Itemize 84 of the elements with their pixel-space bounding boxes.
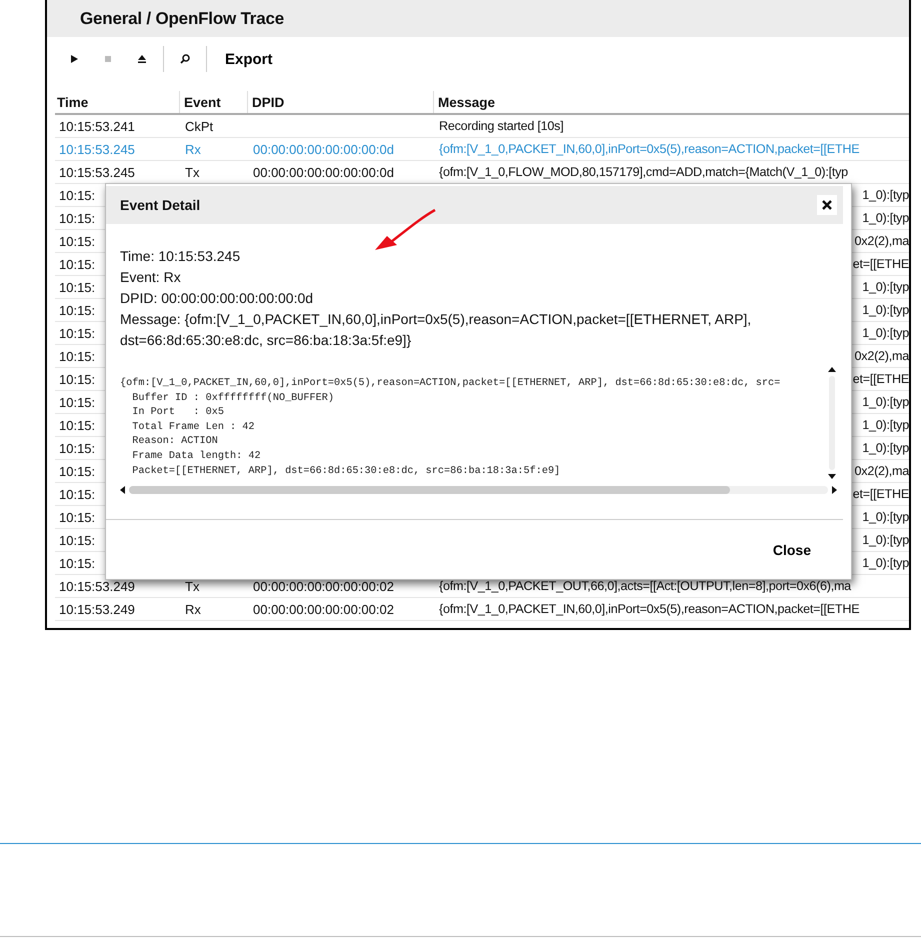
table-cell-text: 10:15: <box>58 188 96 202</box>
table-cell-text: 1_0):[typ <box>861 211 909 225</box>
detail-text: Event: Rx <box>120 268 182 287</box>
table-cell-text: 00:00:00:00:00:00:00:0d <box>252 164 394 180</box>
table-cell-text: 10:15: <box>58 486 96 502</box>
table-cell-text: Rx <box>184 602 201 616</box>
table-cell-text: 10:15: <box>58 372 96 386</box>
detail-text: Message: {ofm:[V_1_0,PACKET_IN,60,0],inPort=0x5(5),reason=ACTION,packet=[[ETHERNET, ARP], dst=66:8d:65:30:e8:dc, src=86:ba:18:3a:5f:e9]} <box>120 310 752 350</box>
annotation-arrow <box>373 208 437 252</box>
table-cell-text: 1_0):[typ <box>861 533 909 547</box>
table-cell-text: 00:00:00:00:00:00:00:02 <box>252 602 394 616</box>
table-cell-text: 1_0):[typ <box>861 441 909 455</box>
table-cell-text: 10:15: <box>58 326 96 340</box>
table-cell-text: 10:15: <box>58 556 96 570</box>
close-icon <box>822 200 832 210</box>
table-cell-text: {ofm:[V_1_0,PACKET_IN,60,0],inPort=0x5(5),reason=ACTION,packet=[[ETHE <box>438 602 860 616</box>
table-cell-text: 10:15: <box>58 302 96 318</box>
table-cell-text: 0x2(2),ma <box>854 464 909 478</box>
code-line: Buffer ID : 0xffffffff(NO_BUFFER) <box>131 392 334 404</box>
table-cell-text: 1_0):[typ <box>861 326 909 340</box>
table-cell-text: {ofm:[V_1_0,FLOW_MOD,80,157179],cmd=ADD,match={Match(V_1_0):[typ <box>438 165 848 179</box>
stop-icon <box>105 56 111 62</box>
down-arrow-icon[interactable] <box>828 474 836 480</box>
table-cell-text: Rx <box>184 142 201 156</box>
table-cell-text: 10:15: <box>58 418 96 432</box>
close-button[interactable]: Close <box>770 538 813 562</box>
table-cell-text: 10:15:53.245 <box>58 142 135 156</box>
close-button[interactable] <box>817 195 837 215</box>
table-cell-text: et=[[ETHE <box>852 257 909 271</box>
table-cell-text: 10:15: <box>58 256 96 272</box>
table-cell-text: CkPt <box>184 118 214 134</box>
table-cell-text: 10:15: <box>58 210 96 226</box>
code-line: In Port : 0x5 <box>131 407 224 418</box>
code-line: Total Frame Len : 42 <box>131 422 254 433</box>
export-button[interactable]: Export <box>211 46 287 72</box>
dialog-title: Event Detail <box>120 197 200 213</box>
table-cell-text: 00:00:00:00:00:00:00:02 <box>252 578 394 594</box>
table-cell-text: {ofm:[V_1_0,PACKET_OUT,66,0],acts=[[Act:[OUTPUT,len=8],port=0x6(6),ma <box>438 579 851 593</box>
table-cell-text: et=[[ETHE <box>852 487 909 501</box>
table-cell-text: 0x2(2),ma <box>854 349 909 363</box>
left-arrow-icon[interactable] <box>120 486 125 494</box>
table-cell-text: 10:15:53.245 <box>58 164 135 180</box>
column-header[interactable]: Message <box>433 91 909 113</box>
column-header[interactable]: DPID <box>247 91 433 113</box>
table-cell-text: 00:00:00:00:00:00:00:0d <box>252 142 394 156</box>
table-cell-text: {ofm:[V_1_0,PACKET_IN,60,0],inPort=0x5(5),reason=ACTION,packet=[[ETHE <box>438 142 860 156</box>
table-cell-text: 10:15: <box>58 532 96 548</box>
code-line: Frame Data length: 42 <box>131 450 261 462</box>
table-cell-text: 10:15: <box>58 394 96 410</box>
table-cell-text: 1_0):[typ <box>861 303 909 317</box>
table-cell-text: 10:15: <box>58 510 96 524</box>
table-cell-text: 10:15: <box>58 280 96 294</box>
scrollbar[interactable] <box>827 367 837 480</box>
table-cell-text: 1_0):[typ <box>861 188 909 202</box>
code-line: Reason: ACTION <box>131 436 218 448</box>
table-cell-text: 10:15: <box>58 440 96 456</box>
table-cell-text: 10:15:53.241 <box>58 118 135 134</box>
table-cell-text: 1_0):[typ <box>861 418 909 432</box>
table-cell-text: Tx <box>184 578 200 594</box>
eject-icon <box>138 55 146 63</box>
table-cell-text: 1_0):[typ <box>861 510 909 524</box>
table-cell-text: Recording started [10s] <box>438 119 564 133</box>
table-cell-text: 10:15: <box>58 234 96 248</box>
column-header[interactable]: Time <box>55 91 179 113</box>
play-icon <box>70 55 78 63</box>
up-arrow-icon[interactable] <box>828 367 836 372</box>
detail-text: DPID: 00:00:00:00:00:00:00:0d <box>120 289 314 308</box>
table-cell-text: et=[[ETHE <box>852 372 909 386</box>
table-cell-text: 1_0):[typ <box>861 556 909 570</box>
detail-text: Time: 10:15:53.245 <box>120 247 242 266</box>
table-cell-text: 1_0):[typ <box>861 280 909 294</box>
table-cell-text: 0x2(2),ma <box>854 234 909 248</box>
table-cell-text: 10:15:53.249 <box>58 602 135 616</box>
table-cell-text: 1_0):[typ <box>861 395 909 409</box>
table-cell-text: Tx <box>184 164 200 180</box>
column-header[interactable]: Event <box>179 91 247 113</box>
right-arrow-icon[interactable] <box>832 486 837 494</box>
window-title: General / OpenFlow Trace <box>80 8 284 28</box>
code-line: Packet=[[ETHERNET, ARP], dst=66:8d:65:30:e8:dc, src=86:ba:18:3a:5f:e9] <box>131 466 560 477</box>
search-icon <box>180 54 190 64</box>
code-line: {ofm:[V_1_0,PACKET_IN,60,0],inPort=0x5(5),reason=ACTION,packet=[[ETHERNET, ARP], dst=66:8d:65:30:e8:dc, src= <box>120 378 780 389</box>
table-cell-text: 10:15:53.249 <box>58 578 135 594</box>
table-cell-text: 10:15: <box>58 464 96 478</box>
table-cell-text: 10:15: <box>58 348 96 364</box>
